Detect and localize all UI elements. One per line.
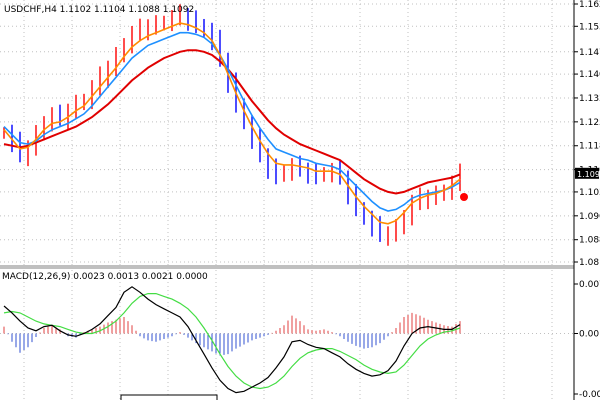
indicator-header: MACD(12,26,9) 0.0023 0.0013 0.0021 0.000… bbox=[2, 272, 208, 282]
price-tick-label: 1.0815 bbox=[579, 258, 600, 268]
price-tick-label: 1.0960 bbox=[579, 212, 600, 222]
symbol-header: USDCHF,H4 1.1102 1.1104 1.1088 1.1092 bbox=[4, 5, 194, 15]
price-tick-label: 1.1555 bbox=[579, 22, 600, 32]
price-tick-label: 1.1405 bbox=[579, 70, 600, 80]
price-tick-label: 1.1180 bbox=[579, 142, 600, 152]
macd-tick-label: -0.0088 bbox=[579, 390, 600, 400]
price-tick-label: 1.1475 bbox=[579, 48, 600, 58]
price-tick-label: 1.1625 bbox=[579, 0, 600, 10]
current-price-tag: 1.1092 bbox=[575, 167, 600, 179]
macd-tick-label: 0.0072 bbox=[579, 280, 600, 290]
price-tick-label: 1.0885 bbox=[579, 236, 600, 246]
bottom-panel-tab[interactable] bbox=[120, 394, 218, 400]
price-tick-label: 1.1255 bbox=[579, 118, 600, 128]
macd-tick-label: 0.00 bbox=[579, 330, 599, 340]
current-price-tag-label: 1.1092 bbox=[577, 170, 600, 179]
price-tick-label: 1.1035 bbox=[579, 188, 600, 198]
trading-chart-window[interactable]: USDCHF,H4 1.1102 1.1104 1.1088 1.1092 MA… bbox=[0, 0, 600, 400]
current-price-marker bbox=[460, 193, 468, 201]
price-tick-label: 1.1330 bbox=[579, 94, 600, 104]
